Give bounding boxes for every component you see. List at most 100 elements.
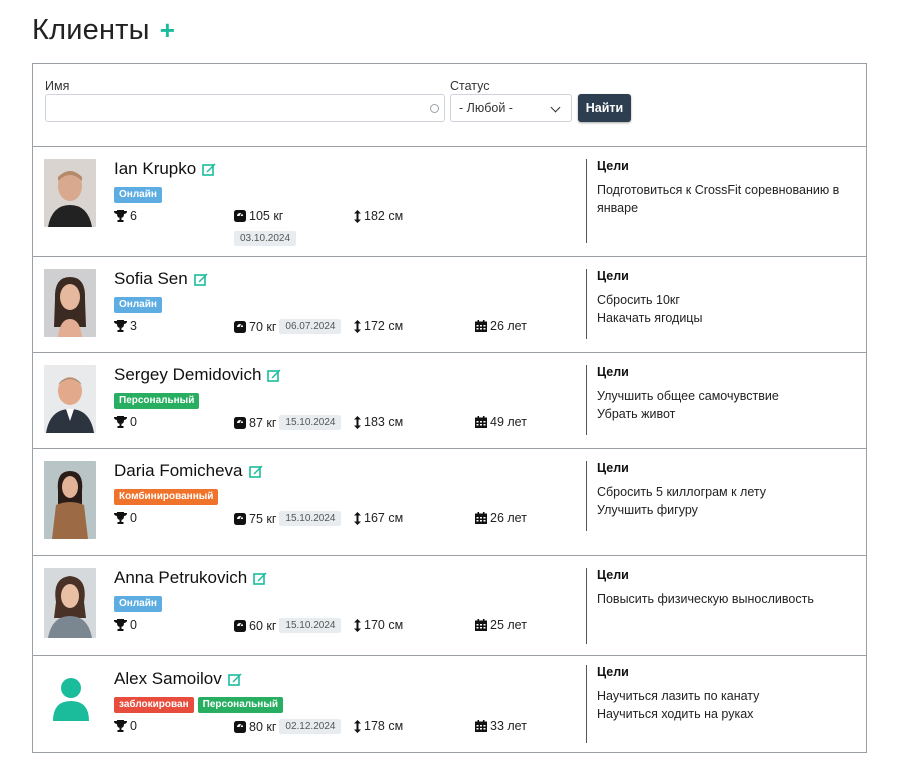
goals-section: Цели Сбросить 5 киллограм к лету Улучшит… xyxy=(586,461,864,531)
status-filter-label: Статус xyxy=(450,79,490,93)
trophies-stat: 6 xyxy=(114,209,137,223)
name-filter-input[interactable] xyxy=(46,95,444,121)
height-stat: 167 см xyxy=(354,511,403,525)
weight-value: 70 кг xyxy=(249,319,277,334)
trophy-icon xyxy=(114,619,127,631)
weight-date-badge: 06.07.2024 xyxy=(279,319,342,334)
edit-icon[interactable] xyxy=(193,272,208,286)
age-stat: 25 лет xyxy=(475,618,527,632)
edit-icon[interactable] xyxy=(253,571,267,585)
scale-icon xyxy=(234,416,246,429)
goals-list: Сбросить 5 киллограм к лету Улучшить фиг… xyxy=(587,483,864,519)
client-avatar[interactable] xyxy=(44,269,96,337)
status-badge: Онлайн xyxy=(114,596,162,612)
weight-stat: 60 кг 15.10.2024 xyxy=(234,618,342,633)
client-stats: 0 75 кг 15.10.2024 167 см 26 лет xyxy=(114,511,574,527)
height-value: 183 см xyxy=(364,415,404,429)
client-stats: 0 60 кг 15.10.2024 170 см 25 лет xyxy=(114,618,574,634)
name-filter-field[interactable] xyxy=(45,94,445,122)
client-name-text[interactable]: Anna Petrukovich xyxy=(114,568,247,588)
goals-list: Научиться лазить по канату Научиться ход… xyxy=(587,687,864,723)
client-badges: заблокирован Персональный xyxy=(114,697,284,713)
trophies-stat: 0 xyxy=(114,511,137,525)
client-name-text[interactable]: Sergey Demidovich xyxy=(114,365,261,385)
client-avatar[interactable] xyxy=(44,568,96,638)
height-arrows-icon xyxy=(354,719,361,733)
client-badges: Онлайн xyxy=(114,596,162,612)
client-name[interactable]: Daria Fomicheva xyxy=(114,461,263,481)
edit-icon[interactable] xyxy=(227,672,242,686)
client-name[interactable]: Alex Samoilov xyxy=(114,669,242,689)
client-stats: 0 87 кг 15.10.2024 183 см 49 лет xyxy=(114,415,574,431)
calendar-icon xyxy=(475,416,487,428)
client-name[interactable]: Sergey Demidovich xyxy=(114,365,281,385)
client-row: Sergey Demidovich Персональный 0 87 кг 1… xyxy=(33,353,866,449)
scale-icon xyxy=(234,210,246,222)
age-value: 26 лет xyxy=(490,511,527,525)
height-value: 178 см xyxy=(364,719,404,733)
client-stats: 3 70 кг 06.07.2024 172 см 26 лет xyxy=(114,319,574,335)
client-name-text[interactable]: Daria Fomicheva xyxy=(114,461,243,481)
trophies-stat: 0 xyxy=(114,618,137,632)
height-arrows-icon xyxy=(354,415,361,429)
height-stat: 172 см xyxy=(354,319,403,333)
blocked-badge: заблокирован xyxy=(114,697,194,713)
user-placeholder-icon xyxy=(53,678,89,721)
edit-icon[interactable] xyxy=(248,464,263,478)
edit-icon[interactable] xyxy=(267,368,281,382)
client-stats: 6 105 кг 182 см xyxy=(114,209,574,225)
goals-section: Цели Научиться лазить по канату Научитьс… xyxy=(586,665,864,743)
goals-list: Сбросить 10кг Накачать ягодицы xyxy=(587,291,864,327)
client-row: Ian Krupko Онлайн 6 105 кг 182 см 03.10.… xyxy=(33,147,866,257)
client-name[interactable]: Anna Petrukovich xyxy=(114,568,267,588)
weight-date-badge: 15.10.2024 xyxy=(279,415,342,430)
weight-stat: 70 кг 06.07.2024 xyxy=(234,319,342,334)
client-row: Daria Fomicheva Комбинированный 0 75 кг … xyxy=(33,449,866,556)
client-photo-icon xyxy=(44,365,96,433)
client-name[interactable]: Sofia Sen xyxy=(114,269,208,289)
goals-title: Цели xyxy=(597,365,629,379)
trophy-icon xyxy=(114,416,127,428)
client-name-text[interactable]: Ian Krupko xyxy=(114,159,196,179)
client-avatar[interactable] xyxy=(51,677,91,721)
goal-item: Улучшить фигуру xyxy=(597,503,698,517)
goal-item: Сбросить 5 киллограм к лету xyxy=(597,485,767,499)
height-stat: 170 см xyxy=(354,618,403,632)
chevron-down-icon xyxy=(550,102,561,113)
trophies-value: 6 xyxy=(130,209,137,223)
client-avatar[interactable] xyxy=(44,461,96,539)
client-row: Sofia Sen Онлайн 3 70 кг 06.07.2024 172 … xyxy=(33,257,866,353)
height-value: 182 см xyxy=(364,209,404,223)
scale-icon xyxy=(234,720,246,733)
calendar-icon xyxy=(475,512,487,524)
status-badge: Онлайн xyxy=(114,297,162,313)
client-name[interactable]: Ian Krupko xyxy=(114,159,216,179)
clients-panel: Имя Статус - Любой - Найти Ian Krupko Он… xyxy=(32,63,867,753)
goals-title: Цели xyxy=(597,269,629,283)
height-stat: 182 см xyxy=(354,209,403,223)
client-name-text[interactable]: Sofia Sen xyxy=(114,269,188,289)
age-value: 25 лет xyxy=(490,618,527,632)
trophies-value: 3 xyxy=(130,319,137,333)
client-photo-icon xyxy=(44,461,96,539)
client-avatar[interactable] xyxy=(44,365,96,433)
client-photo-icon xyxy=(44,568,96,638)
trophy-icon xyxy=(114,210,127,222)
status-filter-select[interactable]: - Любой - xyxy=(450,94,572,122)
edit-icon[interactable] xyxy=(202,162,216,176)
client-row: Anna Petrukovich Онлайн 0 60 кг 15.10.20… xyxy=(33,556,866,656)
status-filter-value: - Любой - xyxy=(459,101,513,115)
weight-value: 105 кг xyxy=(249,209,284,223)
trophy-icon xyxy=(114,720,127,732)
client-name-text[interactable]: Alex Samoilov xyxy=(114,669,222,689)
weight-value: 87 кг xyxy=(249,415,277,430)
client-avatar[interactable] xyxy=(44,159,96,227)
search-button[interactable]: Найти xyxy=(578,94,631,122)
client-badges: Персональный xyxy=(114,393,200,409)
trophies-value: 0 xyxy=(130,415,137,429)
height-value: 167 см xyxy=(364,511,404,525)
goal-item: Подготовиться к CrossFit соревнованию в … xyxy=(597,183,840,215)
trophies-value: 0 xyxy=(130,618,137,632)
age-value: 49 лет xyxy=(490,415,527,429)
add-client-button[interactable]: + xyxy=(160,17,175,43)
